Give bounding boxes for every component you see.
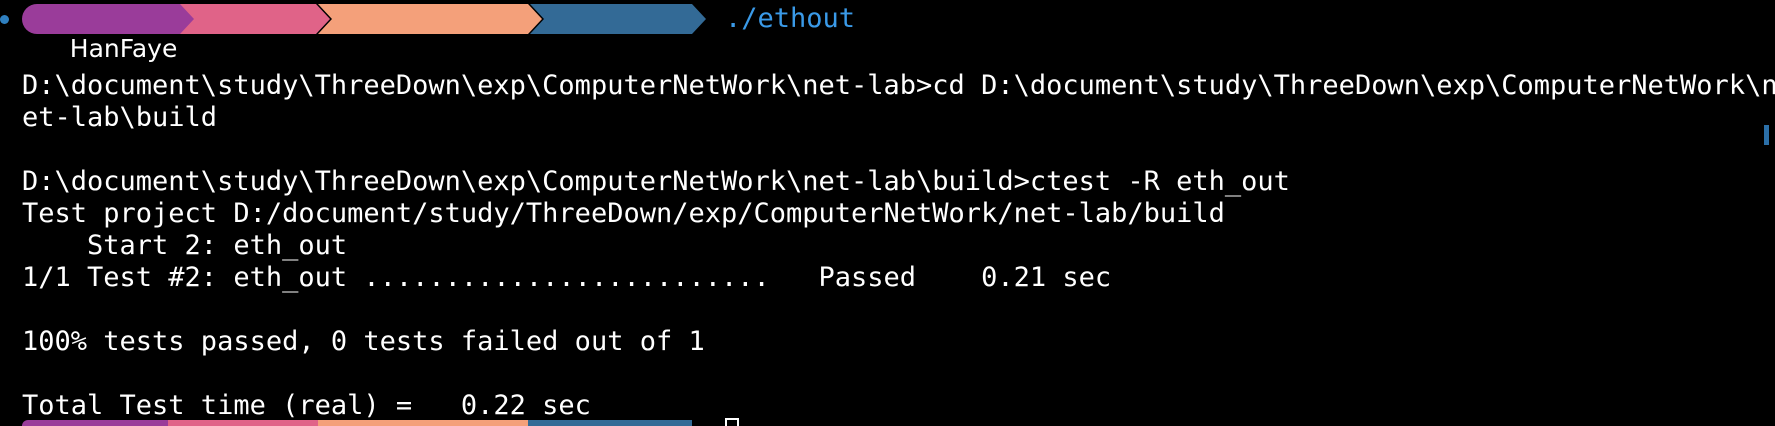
heart-icon xyxy=(594,39,614,59)
prompt-time-segment: 22:42 xyxy=(530,4,706,34)
terminal-line: Start 2: eth_out xyxy=(22,230,348,261)
terminal-line: D:\document\study\ThreeDown\exp\Computer… xyxy=(22,166,1290,197)
prompt-git-arrow: ➜ ( xyxy=(381,34,421,63)
scrollbar-thumb[interactable] xyxy=(1764,125,1769,145)
prompt-git-segment: ➜ (main) xyxy=(318,4,542,34)
github-icon xyxy=(420,38,442,60)
next-prompt-folder-segment xyxy=(168,420,320,426)
prompt-bar: net-lab ➜ (main) 22:42 HanFaye ./ethout xyxy=(0,3,900,63)
next-prompt-time-segment xyxy=(528,420,692,426)
terminal-line: 100% tests passed, 0 tests failed out of… xyxy=(22,326,705,357)
status-dot-icon xyxy=(0,15,9,24)
prompt-user: HanFaye xyxy=(69,34,178,63)
next-prompt-bar xyxy=(22,416,722,426)
terminal-cursor xyxy=(725,418,739,426)
terminal-line: 1/1 Test #2: eth_out ...................… xyxy=(22,262,1112,293)
prompt-command: ./ethout xyxy=(725,3,856,34)
terminal-line: et-lab\build xyxy=(22,102,218,133)
prompt-time: 22:42 xyxy=(615,34,688,63)
next-prompt-user-segment xyxy=(22,420,172,426)
next-prompt-git-segment xyxy=(318,420,530,426)
prompt-folder: net-lab xyxy=(229,34,318,63)
terminal-line: Test project D:/document/study/ThreeDown… xyxy=(22,198,1225,229)
terminal-line: D:\document\study\ThreeDown\exp\Computer… xyxy=(22,70,1775,101)
terminal-output[interactable]: D:\document\study\ThreeDown\exp\Computer… xyxy=(22,70,1775,422)
prompt-user-segment: HanFaye xyxy=(22,4,180,63)
prompt-git-branch: main) xyxy=(442,34,515,63)
